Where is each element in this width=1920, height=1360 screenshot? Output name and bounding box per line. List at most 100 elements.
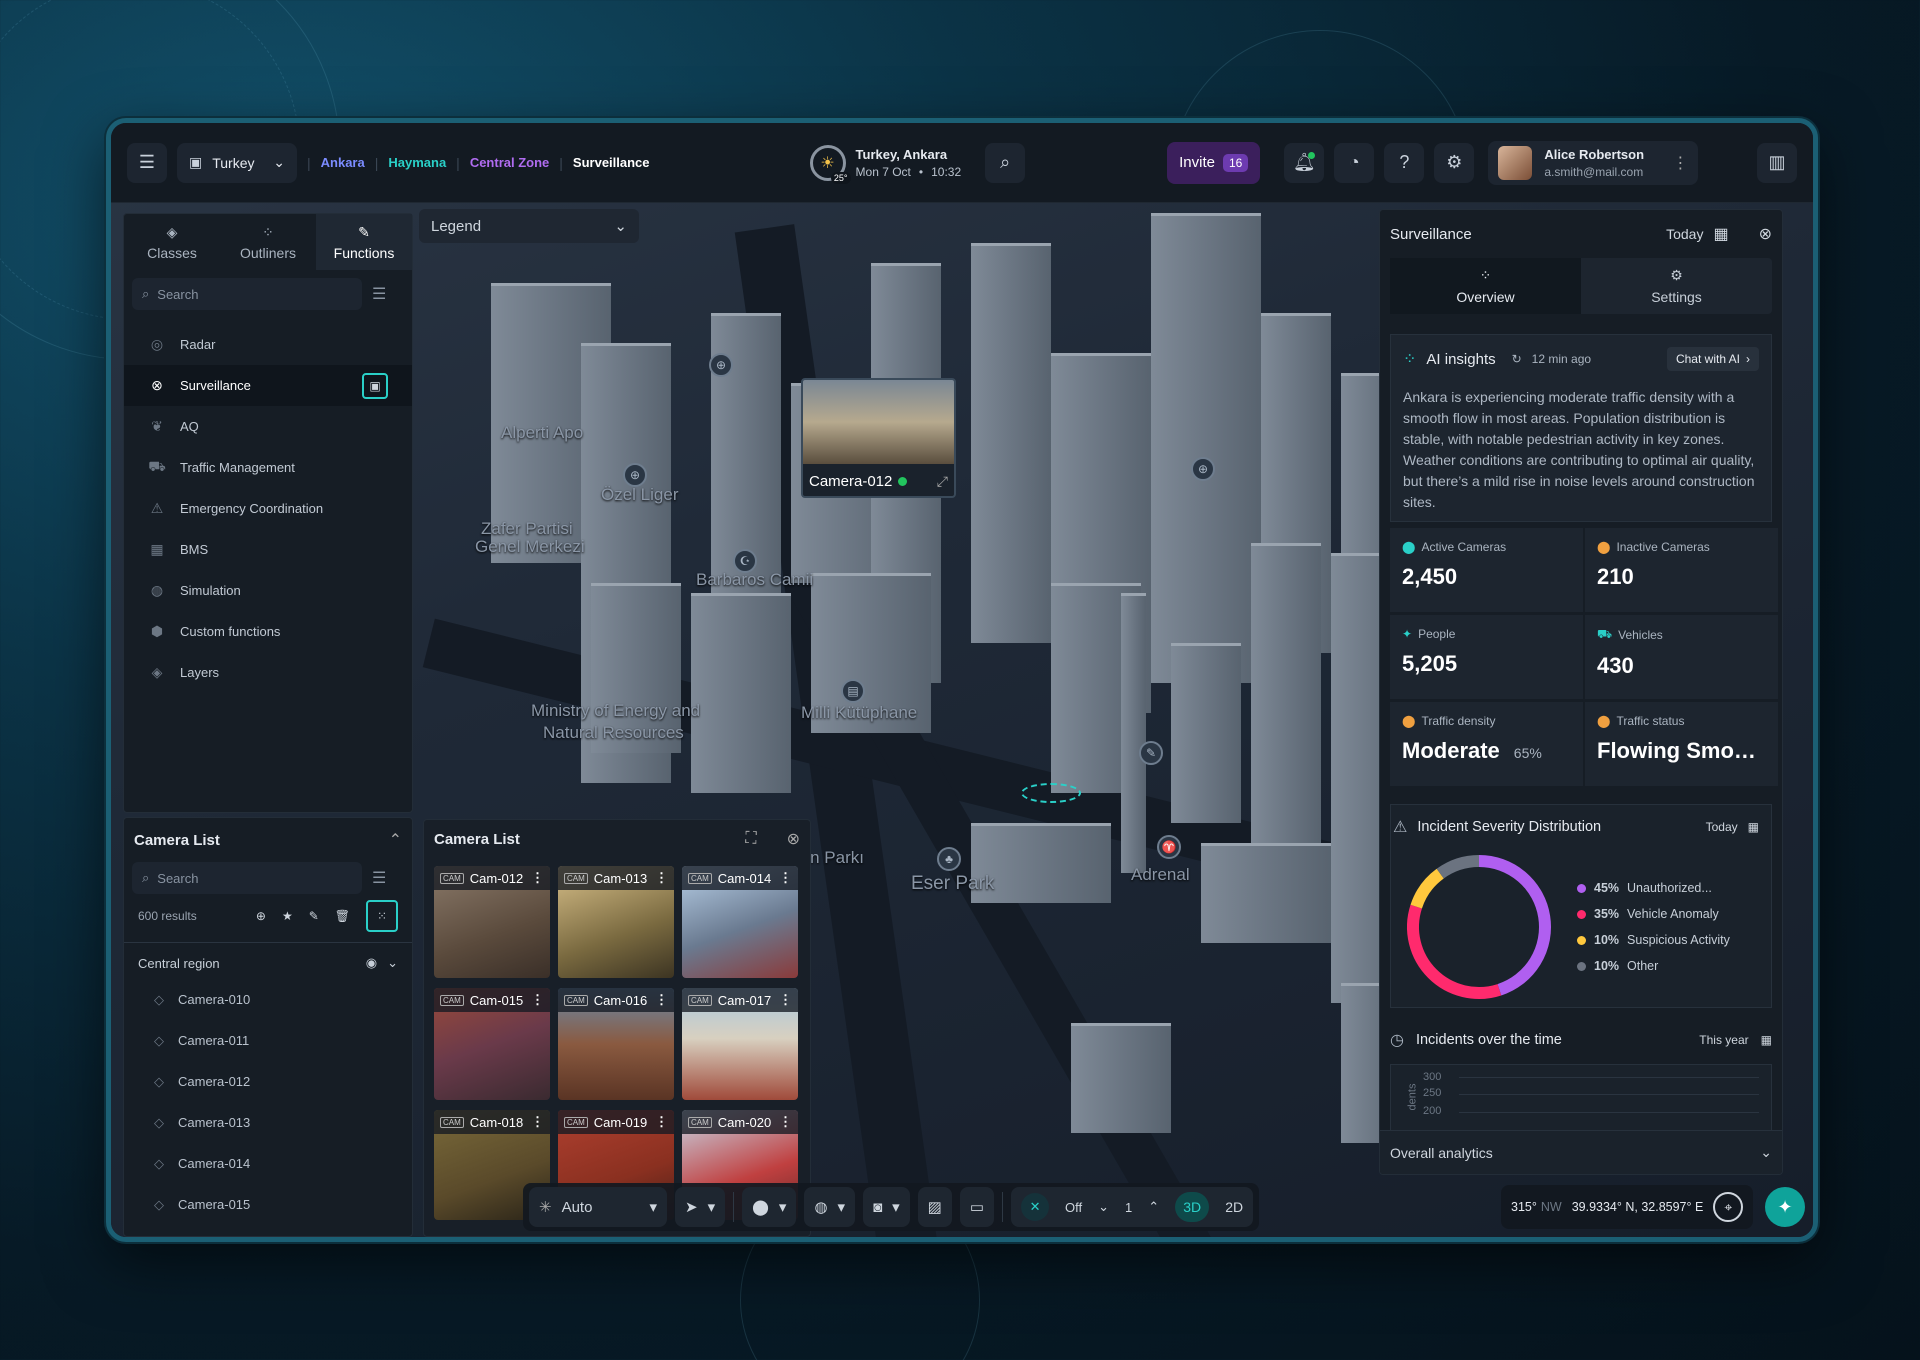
- camera-list-item[interactable]: ◇ Camera-013: [124, 1102, 412, 1143]
- more-vertical-icon[interactable]: ⋮: [655, 992, 668, 1008]
- settings-button[interactable]: ⚙: [1434, 142, 1475, 183]
- view-3d-toggle[interactable]: 3D: [1175, 1192, 1210, 1222]
- filter-icon[interactable]: ☰: [372, 868, 386, 888]
- camera-list-item[interactable]: ◇ Camera-011: [124, 1020, 412, 1061]
- map-poi-icon[interactable]: ▤: [841, 679, 865, 703]
- wand-icon[interactable]: ✕: [1021, 1193, 1050, 1221]
- camera-thumbnail[interactable]: CAM Cam-016 ⋮: [558, 988, 674, 1100]
- camera-thumbnail[interactable]: CAM Cam-013 ⋮: [558, 866, 674, 978]
- map-tool[interactable]: ▨: [917, 1187, 952, 1227]
- breadcrumb-surveillance[interactable]: Surveillance: [573, 155, 650, 170]
- close-circle-icon[interactable]: ⊗: [148, 377, 166, 394]
- notifications-button[interactable]: 🔔︎: [1284, 142, 1325, 183]
- pin-tool[interactable]: ⬤ ▾: [742, 1187, 797, 1227]
- more-vertical-icon[interactable]: ⋮: [779, 992, 792, 1008]
- more-vertical-icon[interactable]: ⋮: [531, 870, 544, 886]
- tab-classes[interactable]: ◈ Classes: [124, 214, 220, 270]
- breadcrumb-ankara[interactable]: Ankara: [321, 155, 365, 170]
- donut-slice[interactable]: [1410, 868, 1444, 909]
- donut-slice[interactable]: [1407, 904, 1502, 999]
- camera-thumbnail[interactable]: CAM Cam-012 ⋮: [434, 866, 550, 978]
- period-select[interactable]: This year: [1699, 1033, 1748, 1047]
- close-icon[interactable]: ⊗: [1759, 224, 1772, 244]
- function-item-surveillance[interactable]: ⊗ Surveillance ▣: [124, 365, 412, 406]
- breadcrumb-haymana[interactable]: Haymana: [388, 155, 446, 170]
- stat-people[interactable]: ✦ People 5,205: [1390, 615, 1583, 699]
- donut-slice[interactable]: [1436, 855, 1480, 879]
- chevron-down-icon[interactable]: ⌄: [387, 955, 398, 971]
- stat-traffic-density[interactable]: ⬤ Traffic density Moderate 65%: [1390, 702, 1583, 786]
- overall-analytics-section[interactable]: Overall analytics ⌄: [1380, 1130, 1782, 1174]
- calendar-icon[interactable]: ▦: [1748, 820, 1759, 834]
- map-poi-icon[interactable]: ⊕: [623, 463, 647, 487]
- filter-icon[interactable]: ☰: [372, 284, 386, 304]
- function-item-emergency-coordination[interactable]: ⚠ Emergency Coordination: [124, 488, 412, 529]
- tab-overview[interactable]: ⁘ Overview: [1390, 258, 1581, 314]
- refresh-icon[interactable]: ↻: [1512, 352, 1522, 366]
- camera-thumbnail[interactable]: CAM Cam-015 ⋮: [434, 988, 550, 1100]
- toggle-panel-button[interactable]: ▥: [1757, 142, 1797, 183]
- function-item-simulation[interactable]: ◍ Simulation: [124, 570, 412, 611]
- camera-thumbnail[interactable]: CAM Cam-014 ⋮: [682, 866, 798, 978]
- grid-view-icon[interactable]: ⁙: [366, 900, 398, 932]
- search-button[interactable]: ⌕: [985, 142, 1026, 183]
- mode-select[interactable]: ✳ Auto ▾: [529, 1187, 667, 1227]
- tab-settings[interactable]: ⚙ Settings: [1581, 258, 1772, 314]
- map-poi-icon[interactable]: ⊕: [709, 353, 733, 377]
- camera-list-item[interactable]: ◇ Camera-010: [124, 979, 412, 1020]
- more-vertical-icon[interactable]: ⋮: [655, 870, 668, 886]
- breadcrumb-central-zone[interactable]: Central Zone: [470, 155, 549, 170]
- more-vertical-icon[interactable]: ⋮: [531, 992, 544, 1008]
- camera-list-item[interactable]: ◇ Camera-012: [124, 1061, 412, 1102]
- more-vertical-icon[interactable]: ⋮: [655, 1114, 668, 1130]
- camera-list-item[interactable]: ◇ Camera-014: [124, 1143, 412, 1184]
- camera-thumbnail[interactable]: CAM Cam-017 ⋮: [682, 988, 798, 1100]
- tab-outliners[interactable]: ⁘ Outliners: [220, 214, 316, 270]
- stat-vehicles[interactable]: ⛟ Vehicles 430: [1585, 615, 1778, 699]
- more-vertical-icon[interactable]: ⋮: [1672, 153, 1688, 173]
- stat-inactive-cameras[interactable]: ⬤ Inactive Cameras 210: [1585, 528, 1778, 612]
- country-select[interactable]: ▣ Turkey ⌄: [177, 142, 297, 183]
- fullscreen-icon[interactable]: ⛶: [745, 830, 756, 848]
- map-poi-icon[interactable]: ☪: [733, 549, 757, 573]
- help-button[interactable]: ?: [1384, 142, 1425, 183]
- close-icon[interactable]: ⊗: [787, 829, 800, 849]
- chevron-down-icon[interactable]: ⌄: [1098, 1199, 1109, 1215]
- function-item-custom-functions[interactable]: ⬢ Custom functions: [124, 611, 412, 652]
- menu-button[interactable]: ☰: [127, 142, 167, 183]
- add-icon[interactable]: ⊕: [256, 909, 266, 923]
- map-poi-icon[interactable]: ♣: [937, 847, 961, 871]
- user-menu[interactable]: Alice Robertson a.smith@mail.com ⋮: [1488, 140, 1699, 185]
- expand-icon[interactable]: ⤢: [937, 473, 948, 490]
- edit-icon[interactable]: ✎: [309, 909, 319, 923]
- legend-dropdown[interactable]: Legend ⌄: [419, 209, 639, 243]
- star-icon[interactable]: ★: [282, 909, 293, 923]
- compass-icon[interactable]: ⌖: [1713, 1192, 1744, 1222]
- map-poi-icon[interactable]: ✎: [1139, 741, 1163, 765]
- more-vertical-icon[interactable]: ⋮: [779, 870, 792, 886]
- ai-assistant-button[interactable]: ✦: [1765, 1187, 1805, 1227]
- comment-tool[interactable]: ▭: [959, 1187, 995, 1227]
- camera-search-input[interactable]: ⌕ Search: [132, 862, 362, 894]
- view-2d-toggle[interactable]: 2D: [1225, 1199, 1243, 1215]
- period-select[interactable]: Today: [1666, 226, 1703, 242]
- camera-list-item[interactable]: ◇ Camera-015: [124, 1184, 412, 1225]
- chevron-up-icon[interactable]: ⌃: [389, 830, 402, 850]
- function-item-traffic-management[interactable]: ⛟ Traffic Management: [124, 447, 412, 488]
- messages-button[interactable]: ◔: [1334, 142, 1375, 183]
- camera-tool[interactable]: ◙ ▾: [863, 1187, 910, 1227]
- calendar-icon[interactable]: ▦: [1761, 1033, 1772, 1047]
- function-item-bms[interactable]: ▦ BMS: [124, 529, 412, 570]
- chat-with-ai-button[interactable]: Chat with AI ›: [1666, 347, 1759, 371]
- calendar-icon[interactable]: ▦: [1713, 224, 1728, 244]
- function-item-layers[interactable]: ◈ Layers: [124, 652, 412, 693]
- period-select[interactable]: Today: [1706, 820, 1738, 834]
- more-vertical-icon[interactable]: ⋮: [779, 1114, 792, 1130]
- tab-functions[interactable]: ✎ Functions: [316, 214, 412, 270]
- stat-traffic-status[interactable]: ⬤ Traffic status Flowing Smoot...: [1585, 702, 1778, 786]
- stat-active-cameras[interactable]: ⬤ Active Cameras 2,450: [1390, 528, 1583, 612]
- function-item-radar[interactable]: ◎ Radar: [124, 324, 412, 365]
- region-group[interactable]: Central region ◉ ⌄: [124, 947, 412, 979]
- map-poi-icon[interactable]: ⊕: [1191, 457, 1215, 481]
- donut-slice[interactable]: [1478, 855, 1551, 996]
